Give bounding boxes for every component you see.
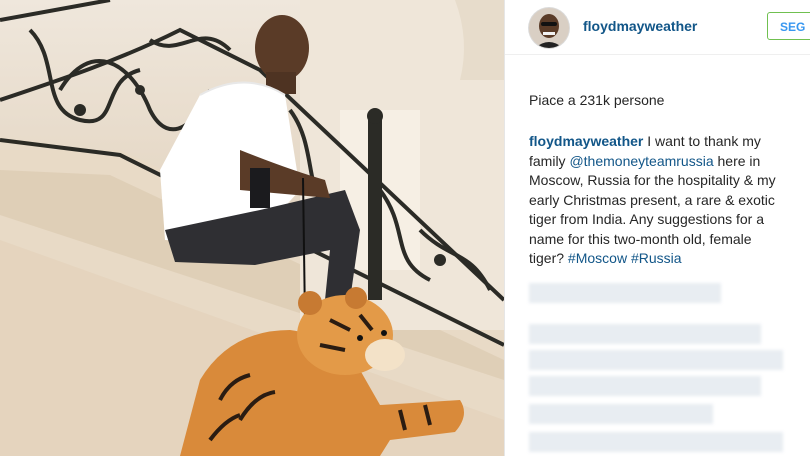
username-link[interactable]: floydmayweather [583, 18, 697, 34]
blurred-comment-4 [529, 376, 761, 396]
hashtag-link-moscow[interactable]: #Moscow [568, 250, 627, 266]
follow-button[interactable]: SEG [767, 12, 810, 40]
blurred-comment-6 [529, 432, 783, 452]
blurred-comment-3 [529, 350, 783, 370]
post-header: floydmayweather SEG [505, 0, 810, 55]
likes-count[interactable]: Piace a 231k persone [529, 92, 664, 108]
post-caption: floydmayweather I want to thank my famil… [529, 132, 789, 269]
profile-photo-icon [529, 8, 569, 48]
post-details-panel: floydmayweather SEG Piace a 231k persone… [504, 0, 810, 456]
post-photo[interactable] [0, 0, 504, 456]
blurred-comment-2 [529, 324, 761, 344]
mention-link[interactable]: @themoneyteamrussia [569, 153, 713, 169]
blurred-comment-1 [529, 283, 721, 303]
caption-username-link[interactable]: floydmayweather [529, 133, 643, 149]
photo-scene-icon [0, 0, 504, 456]
caption-text-part2: here in Moscow, Russia for the hospitali… [529, 152, 776, 267]
hashtag-link-russia[interactable]: #Russia [631, 250, 682, 266]
blurred-comment-5 [529, 404, 713, 424]
avatar[interactable] [529, 8, 569, 48]
